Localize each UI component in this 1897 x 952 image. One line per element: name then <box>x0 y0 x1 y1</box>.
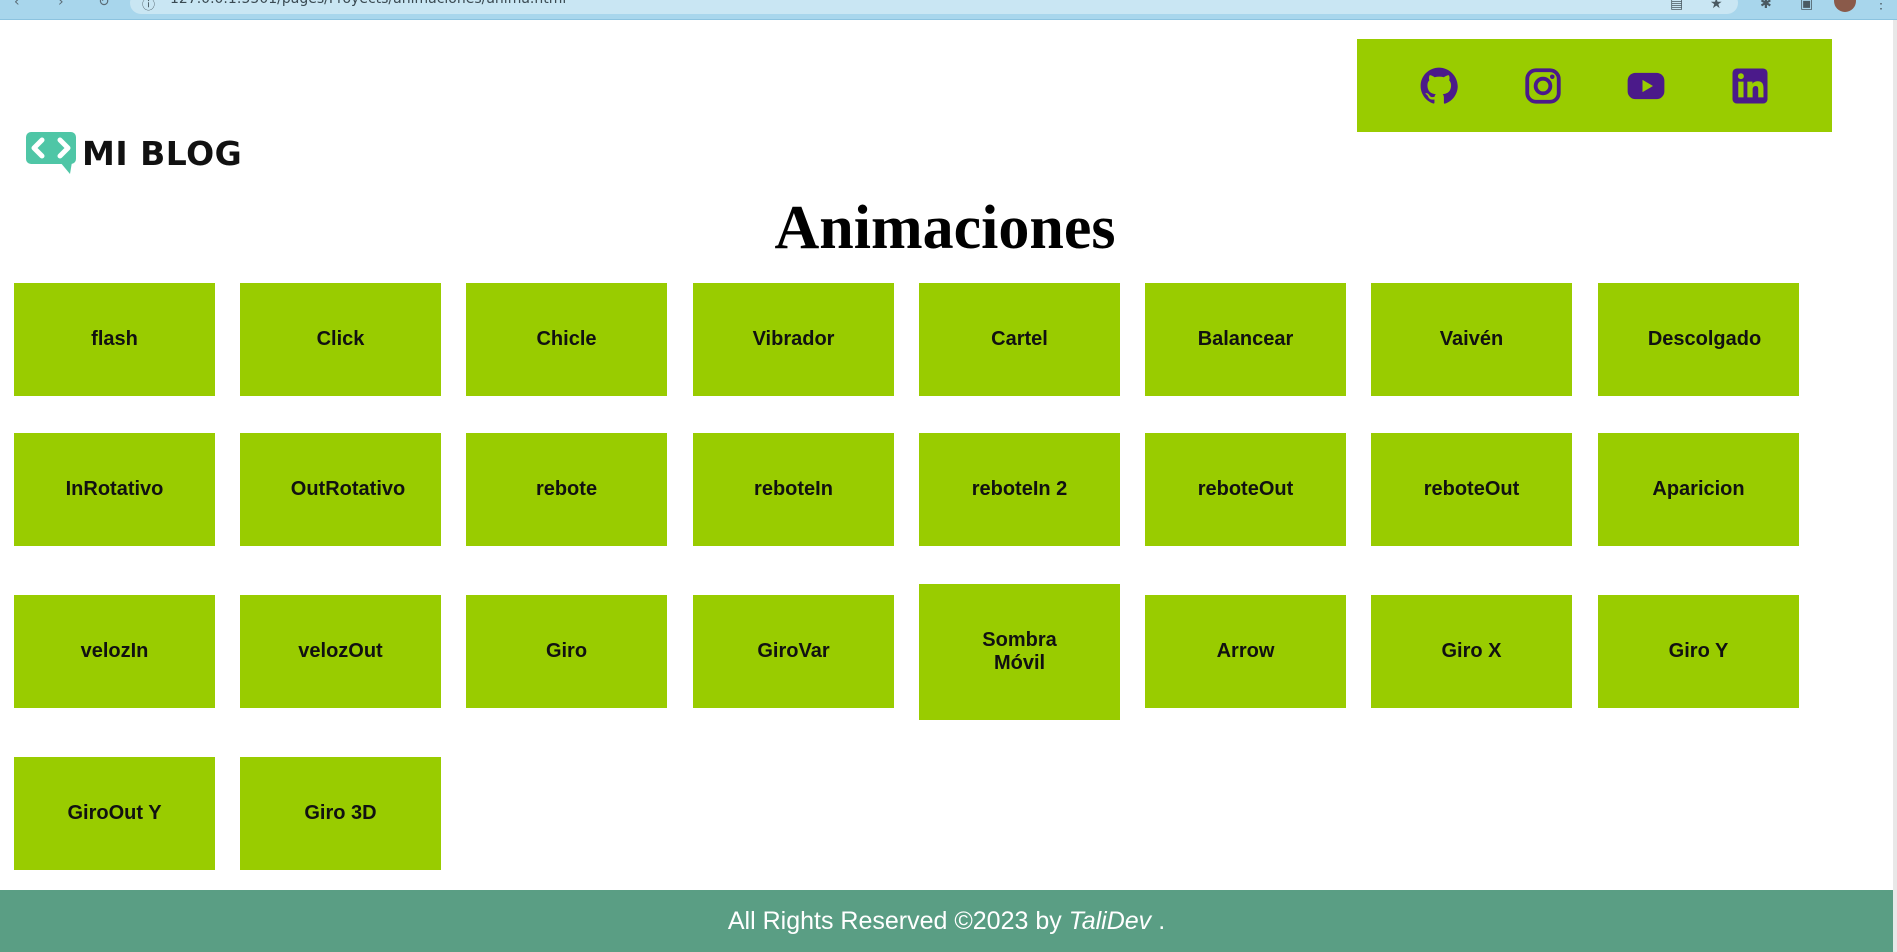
sidebar-icon[interactable]: ▣ <box>1800 0 1813 12</box>
browser-toolbar: ‹ › ↻ 127.0.0.1:5501/pages/Proyects/anim… <box>0 0 1897 20</box>
linkedin-icon[interactable] <box>1729 65 1771 107</box>
github-icon[interactable] <box>1418 65 1460 107</box>
instagram-icon[interactable] <box>1522 65 1564 107</box>
animation-tile-vibrador[interactable]: Vibrador <box>693 283 894 396</box>
animation-tile-chicle[interactable]: Chicle <box>466 283 667 396</box>
animation-tile-rebotein-2[interactable]: reboteIn 2 <box>919 433 1120 546</box>
forward-icon[interactable]: › <box>58 0 64 10</box>
animation-tile-vaiven[interactable]: Vaivén <box>1371 283 1572 396</box>
youtube-icon[interactable] <box>1625 65 1667 107</box>
animation-tile-sombra-movil[interactable]: Sombra Móvil <box>919 584 1120 720</box>
site-logo[interactable]: MI BLOG <box>26 132 242 174</box>
animation-tile-cartel[interactable]: Cartel <box>919 283 1120 396</box>
animation-tile-click[interactable]: Click <box>240 283 441 396</box>
extensions-icon[interactable]: ✱ <box>1760 0 1772 12</box>
animation-tile-reboteout-2[interactable]: reboteOut <box>1371 433 1572 546</box>
footer-period: . <box>1158 906 1166 935</box>
animation-tile-giro[interactable]: Giro <box>466 595 667 708</box>
animation-tile-inrotativo[interactable]: InRotativo <box>14 433 215 546</box>
animation-tile-giroout-y[interactable]: GiroOut Y <box>14 757 215 870</box>
animation-tile-giro-y[interactable]: Giro Y <box>1598 595 1799 708</box>
address-bar[interactable]: 127.0.0.1:5501/pages/Proyects/animacione… <box>130 0 1738 14</box>
logo-text: MI BLOG <box>82 133 243 173</box>
code-bubble-icon <box>26 132 76 174</box>
animation-tile-rebote[interactable]: rebote <box>466 433 667 546</box>
site-info-icon[interactable]: ⓘ <box>142 0 155 13</box>
translate-icon[interactable]: ▤ <box>1670 0 1683 12</box>
animation-tile-arrow[interactable]: Arrow <box>1145 595 1346 708</box>
profile-avatar[interactable] <box>1834 0 1856 12</box>
animation-tile-girovar[interactable]: GiroVar <box>693 595 894 708</box>
footer-copyright: All Rights Reserved ©2023 by <box>727 906 1062 935</box>
animation-tile-balancear[interactable]: Balancear <box>1145 283 1346 396</box>
animation-tile-giro-3d[interactable]: Giro 3D <box>240 757 441 870</box>
back-icon[interactable]: ‹ <box>14 0 20 10</box>
bookmark-star-icon[interactable]: ★ <box>1710 0 1723 12</box>
page-footer: All Rights Reserved ©2023 by TaliDev . <box>0 890 1893 952</box>
animation-tile-giro-x[interactable]: Giro X <box>1371 595 1572 708</box>
animation-tile-aparicion[interactable]: Aparicion <box>1598 433 1799 546</box>
page-scrollbar[interactable] <box>1893 20 1897 952</box>
footer-author: TaliDev <box>1068 906 1152 935</box>
page-title: Animaciones <box>774 194 1116 262</box>
animation-tile-velozin[interactable]: velozIn <box>14 595 215 708</box>
social-links-bar <box>1357 39 1832 132</box>
animation-tile-outrotativo[interactable]: OutRotativo <box>240 433 441 546</box>
animation-tile-descolgado[interactable]: Descolgado <box>1598 283 1799 396</box>
menu-icon[interactable]: ⋮ <box>1874 0 1888 12</box>
animation-tile-velozout[interactable]: velozOut <box>240 595 441 708</box>
reload-icon[interactable]: ↻ <box>98 0 110 10</box>
animation-tile-reboteout[interactable]: reboteOut <box>1145 433 1346 546</box>
animation-tile-flash[interactable]: flash <box>14 283 215 396</box>
animation-tile-rebotein[interactable]: reboteIn <box>693 433 894 546</box>
